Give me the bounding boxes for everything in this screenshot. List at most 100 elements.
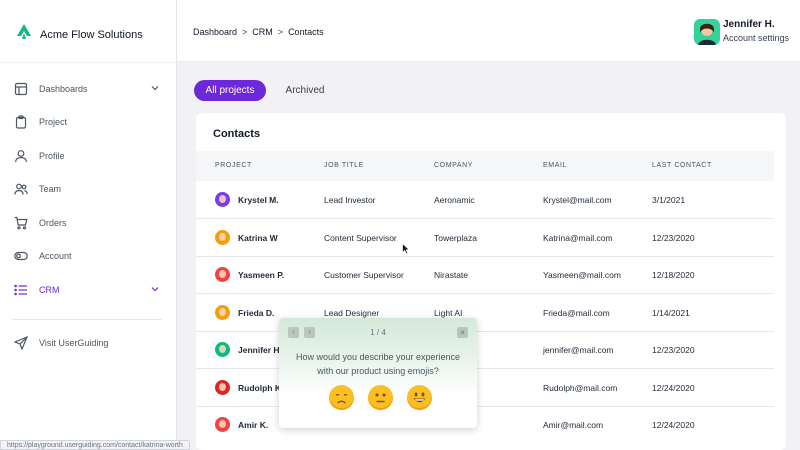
last-contact: 3/1/2021 xyxy=(652,195,686,205)
send-icon xyxy=(14,335,28,350)
account-settings-link[interactable]: Account settings xyxy=(723,33,789,43)
divider xyxy=(0,62,176,63)
status-bar-url: https://playground.userguiding.com/conta… xyxy=(0,440,190,450)
breadcrumb-crm[interactable]: CRM xyxy=(252,27,273,37)
avatar xyxy=(215,417,230,432)
table-row[interactable]: Krystel M. Lead Investor Aeronamic Krystel@… xyxy=(196,181,774,218)
avatar xyxy=(215,304,230,320)
tab-archived[interactable]: Archived xyxy=(280,80,330,101)
email: jennifer@mail.com xyxy=(543,345,614,355)
divider xyxy=(12,319,162,320)
avatar xyxy=(215,229,230,245)
sidebar-item-label: Orders xyxy=(39,217,67,228)
sidebar-item-label: Dashboards xyxy=(39,83,88,94)
sidebar-item-profile[interactable]: Profile xyxy=(0,139,176,173)
email: Frieda@mail.com xyxy=(543,307,610,318)
breadcrumb-contacts: Contacts xyxy=(288,27,324,37)
column-header: COMPANY xyxy=(434,162,474,169)
chevron-right-icon: > xyxy=(242,27,248,37)
last-contact: 12/24/2020 xyxy=(652,420,695,430)
breadcrumb: Dashboard > CRM > Contacts xyxy=(193,27,324,37)
sidebar: Acme Flow Solutions Dashboards Project P… xyxy=(0,0,177,450)
avatar xyxy=(215,192,230,207)
last-contact: 12/23/2020 xyxy=(652,345,695,355)
contact-name: Krystel M. xyxy=(238,195,279,205)
sidebar-item-label: Account xyxy=(39,251,72,262)
sidebar-item-team[interactable]: Team xyxy=(0,173,176,207)
last-contact: 12/23/2020 xyxy=(652,232,695,243)
email: Katrina@mail.com xyxy=(543,232,613,243)
logo-icon xyxy=(14,22,34,47)
job-title: Content Supervisor xyxy=(324,232,397,243)
last-contact: 1/14/2021 xyxy=(652,307,690,318)
avatar xyxy=(215,267,230,282)
sidebar-item-project[interactable]: Project xyxy=(0,106,176,140)
neutral-face-icon[interactable] xyxy=(368,385,393,410)
brand[interactable]: Acme Flow Solutions xyxy=(14,22,143,47)
sidebar-item-label: CRM xyxy=(39,284,60,295)
sidebar-item-label: Project xyxy=(39,117,68,128)
company: Towerplaza xyxy=(434,232,477,243)
sidebar-item-crm[interactable]: CRM xyxy=(0,273,176,307)
visit-userguiding-label: Visit UserGuiding xyxy=(39,337,109,348)
tab-all-projects[interactable]: All projects xyxy=(194,80,266,101)
email: Krystel@mail.com xyxy=(543,195,612,205)
breadcrumb-dashboard[interactable]: Dashboard xyxy=(193,27,237,37)
table-row[interactable]: Yasmeen P. Customer Supervisor Nirastate Ya… xyxy=(196,256,774,293)
email: Yasmeen@mail.com xyxy=(543,270,621,280)
avatar xyxy=(215,342,230,357)
sidebar-item-label: Team xyxy=(39,184,62,195)
close-icon[interactable]: ✕ xyxy=(457,327,468,338)
column-header: LAST CONTACT xyxy=(652,162,712,169)
happy-face-icon[interactable] xyxy=(407,385,432,410)
user-icon xyxy=(14,149,28,163)
card-title: Contacts xyxy=(213,128,261,140)
user-name[interactable]: Jennifer H. xyxy=(723,19,775,30)
list-icon xyxy=(14,283,28,297)
cart-icon xyxy=(14,216,28,230)
job-title: Lead Investor xyxy=(324,195,376,205)
job-title: Customer Supervisor xyxy=(324,270,404,280)
sad-face-icon[interactable] xyxy=(329,385,354,410)
column-header: PROJECT xyxy=(215,162,252,169)
survey-popup: ‹ › 1 / 4 ✕ How would you describe your … xyxy=(279,318,477,428)
column-header: JOB TITLE xyxy=(324,162,364,169)
table-row[interactable]: Katrina W Content Supervisor Towerplaza Kat… xyxy=(196,219,774,256)
top-header: Dashboard > CRM > Contacts Jennifer H. A… xyxy=(177,0,800,62)
chevron-down-icon[interactable] xyxy=(150,83,160,93)
email: Amir@mail.com xyxy=(543,420,604,430)
contact-name: Katrina W xyxy=(238,232,278,243)
company: Aeronamic xyxy=(434,195,475,205)
chevron-down-icon[interactable] xyxy=(150,284,160,294)
contact-name: Frieda D. xyxy=(238,307,275,318)
survey-step-indicator: 1 / 4 xyxy=(370,328,386,337)
brand-name: Acme Flow Solutions xyxy=(40,28,143,41)
contact-name: Yasmeen P. xyxy=(238,270,285,280)
company: Nirastate xyxy=(434,270,469,280)
layout-icon xyxy=(14,82,28,96)
chevron-right-icon: > xyxy=(277,27,284,37)
survey-question: How would you describe your experience w… xyxy=(295,352,461,376)
sidebar-nav: Dashboards Project Profile Team Orders A… xyxy=(0,72,176,307)
users-icon xyxy=(14,182,28,196)
company: Light AI xyxy=(434,307,463,318)
sidebar-item-label: Profile xyxy=(39,150,65,161)
toggle-icon xyxy=(14,249,28,263)
last-contact: 12/18/2020 xyxy=(652,270,695,280)
sidebar-item-orders[interactable]: Orders xyxy=(0,206,176,240)
table-header: PROJECT JOB TITLE COMPANY EMAIL LAST CON… xyxy=(196,151,774,181)
contact-name: Rudolph K. xyxy=(238,382,284,393)
contact-name: Amir K. xyxy=(238,420,269,430)
avatar[interactable] xyxy=(694,19,720,45)
mouse-cursor-icon xyxy=(402,243,410,255)
sidebar-item-account[interactable]: Account xyxy=(0,240,176,274)
job-title: Lead Designer xyxy=(324,307,380,318)
clipboard-icon xyxy=(14,115,28,129)
visit-userguiding-link[interactable]: Visit UserGuiding xyxy=(0,326,176,360)
last-contact: 12/24/2020 xyxy=(652,382,695,393)
column-header: EMAIL xyxy=(543,162,568,169)
avatar xyxy=(215,379,230,395)
sidebar-item-dashboards[interactable]: Dashboards xyxy=(0,72,176,106)
email: Rudolph@mail.com xyxy=(543,382,618,393)
contact-name: Jennifer H. xyxy=(238,345,282,355)
